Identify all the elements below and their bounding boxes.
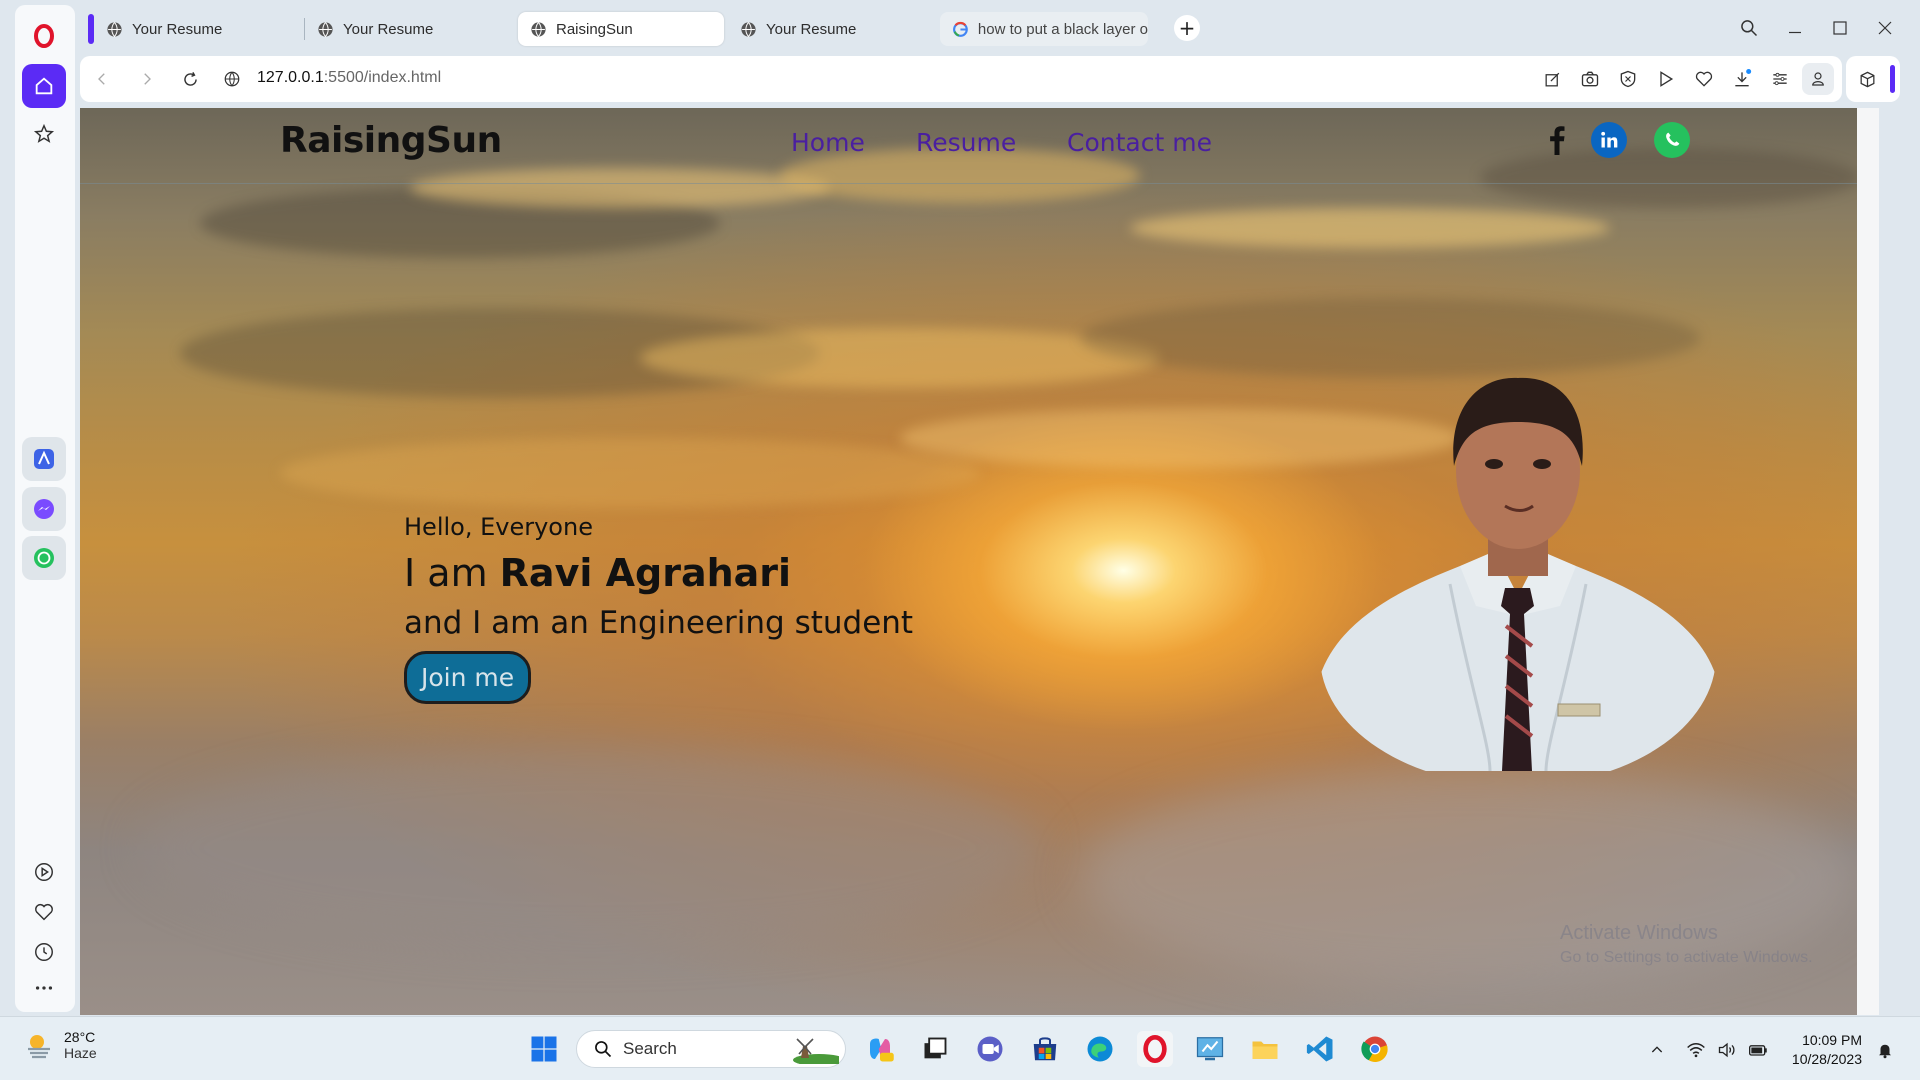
wifi-icon[interactable]: [1685, 1039, 1707, 1061]
home-icon[interactable]: [22, 64, 66, 108]
extensions-box: [1846, 56, 1900, 102]
aria-icon[interactable]: [22, 437, 66, 481]
control-panel-icon[interactable]: [1192, 1031, 1228, 1067]
microsoft-store-icon[interactable]: [1027, 1031, 1063, 1067]
teams-meet-icon[interactable]: [972, 1031, 1008, 1067]
edge-icon[interactable]: [1082, 1031, 1118, 1067]
search-label: Search: [623, 1039, 677, 1058]
forward-icon[interactable]: [135, 67, 159, 91]
maximize-button[interactable]: [1825, 14, 1855, 42]
hero-name: Ravi Agrahari: [499, 551, 792, 595]
clock-time: 10:09 PM: [1802, 1032, 1862, 1048]
tab-google-search[interactable]: how to put a black layer o: [940, 12, 1148, 46]
close-button[interactable]: [1870, 14, 1900, 42]
start-windows-icon[interactable]: [526, 1031, 562, 1067]
site-info-globe-icon[interactable]: [220, 67, 244, 91]
nav-resume[interactable]: Resume: [916, 128, 1016, 157]
favorite-heart-icon[interactable]: [1692, 67, 1716, 91]
send-icon[interactable]: [1654, 67, 1678, 91]
player-icon[interactable]: [22, 850, 66, 894]
globe-icon: [741, 21, 756, 37]
tab-label: RaisingSun: [556, 20, 633, 38]
whatsapp-icon[interactable]: [1654, 122, 1690, 158]
tab-label: Your Resume: [766, 20, 857, 38]
reload-icon[interactable]: [178, 67, 202, 91]
snapshot-edit-icon[interactable]: [1540, 67, 1564, 91]
pinboard-heart-icon[interactable]: [22, 890, 66, 934]
task-view-icon[interactable]: [917, 1031, 953, 1067]
facebook-icon[interactable]: [1539, 122, 1575, 158]
tab-your-resume-3[interactable]: Your Resume: [728, 12, 928, 46]
more-icon[interactable]: [22, 966, 66, 1010]
nav-contact-me[interactable]: Contact me: [1067, 128, 1212, 157]
search-icon: [595, 1041, 612, 1058]
page-viewport: RaisingSun Home Resume Contact me Hello,…: [80, 108, 1879, 1015]
tab-search-icon[interactable]: [1734, 14, 1764, 42]
site-brand[interactable]: RaisingSun: [280, 120, 502, 161]
tab-label: Your Resume: [343, 20, 434, 38]
weather-widget[interactable]: 28°C Haze: [24, 1029, 97, 1061]
sidebar-toggle-marker[interactable]: [1890, 65, 1895, 93]
copilot-icon[interactable]: [862, 1031, 898, 1067]
hero-greeting: Hello, Everyone: [404, 513, 593, 541]
extensions-cube-icon[interactable]: [1855, 67, 1879, 91]
tab-label: how to put a black layer o: [977, 20, 1148, 38]
camera-icon[interactable]: [1578, 67, 1602, 91]
tab-raisingsun[interactable]: RaisingSun: [518, 12, 724, 46]
opera-taskbar-icon[interactable]: [1137, 1031, 1173, 1067]
clock-date: 10/28/2023: [1791, 1051, 1862, 1067]
volume-icon[interactable]: [1716, 1039, 1738, 1061]
url-host: 127.0.0.1: [257, 69, 324, 86]
messenger-icon[interactable]: [22, 487, 66, 531]
chrome-icon[interactable]: [1357, 1031, 1393, 1067]
globe-icon: [531, 21, 546, 37]
bookmarks-star-icon[interactable]: [22, 112, 66, 156]
weather-temp: 28°C: [64, 1029, 96, 1045]
watermark-line-1: Activate Windows: [1560, 922, 1718, 944]
hero-headline: I am Ravi Agrahari: [404, 551, 913, 595]
taskbar-search[interactable]: Search: [576, 1030, 846, 1068]
watermark-line-2: Go to Settings to activate Windows.: [1560, 949, 1813, 966]
profile-icon[interactable]: [1802, 63, 1834, 95]
whatsapp-sidebar-icon[interactable]: [22, 536, 66, 580]
nav-home[interactable]: Home: [791, 128, 865, 157]
profile-photo: [1320, 356, 1716, 772]
join-me-button[interactable]: Join me: [404, 651, 532, 704]
new-tab-button[interactable]: +: [1174, 15, 1200, 41]
tab-label: Your Resume: [132, 20, 223, 38]
show-hidden-icons-chevron-icon[interactable]: [1646, 1039, 1668, 1061]
hero-intro: Hello, Everyone I am Ravi Agrahari and I…: [404, 513, 913, 704]
file-explorer-icon[interactable]: [1247, 1031, 1283, 1067]
weather-haze-icon: [28, 1035, 50, 1059]
browser-sidebar: [0, 0, 78, 1016]
tab-your-resume-2[interactable]: Your Resume: [305, 12, 505, 46]
windows-taskbar: 28°C Haze Search 10:09 PM 10/28/2023: [0, 1016, 1920, 1080]
url-path: :5500/index.html: [323, 69, 442, 86]
downloads-icon[interactable]: [1730, 67, 1754, 91]
globe-icon: [318, 21, 333, 37]
vscode-icon[interactable]: [1302, 1031, 1338, 1067]
url-field[interactable]: 127.0.0.1:5500/index.html: [257, 69, 441, 87]
opera-logo-icon[interactable]: [22, 14, 66, 58]
battery-icon[interactable]: [1747, 1039, 1769, 1061]
minimize-button[interactable]: [1780, 14, 1810, 42]
hero-description: and I am an Engineering student: [404, 605, 914, 641]
site-header: RaisingSun Home Resume Contact me: [80, 108, 1857, 184]
search-highlight-windmill-icon: [793, 1038, 839, 1064]
system-clock[interactable]: 10:09 PM 10/28/2023: [1786, 1031, 1862, 1069]
tab-strip: Your Resume Your Resume RaisingSun Your …: [78, 0, 1920, 54]
address-bar: 127.0.0.1:5500/index.html: [80, 56, 1842, 102]
weather-desc: Haze: [64, 1045, 97, 1061]
adblock-shield-icon[interactable]: [1616, 67, 1640, 91]
linkedin-icon[interactable]: [1591, 122, 1627, 158]
back-icon[interactable]: [90, 67, 114, 91]
hero-iam-prefix: I am: [404, 551, 500, 595]
tab-your-resume-1[interactable]: Your Resume: [94, 12, 294, 46]
google-icon: [953, 21, 968, 37]
easy-setup-icon[interactable]: [1768, 67, 1792, 91]
windows-activation-watermark: Activate Windows Go to Settings to activ…: [1560, 920, 1813, 970]
notifications-bell-icon[interactable]: [1874, 1039, 1896, 1061]
page-scrollbar[interactable]: [1857, 108, 1879, 1015]
globe-icon: [107, 21, 122, 37]
